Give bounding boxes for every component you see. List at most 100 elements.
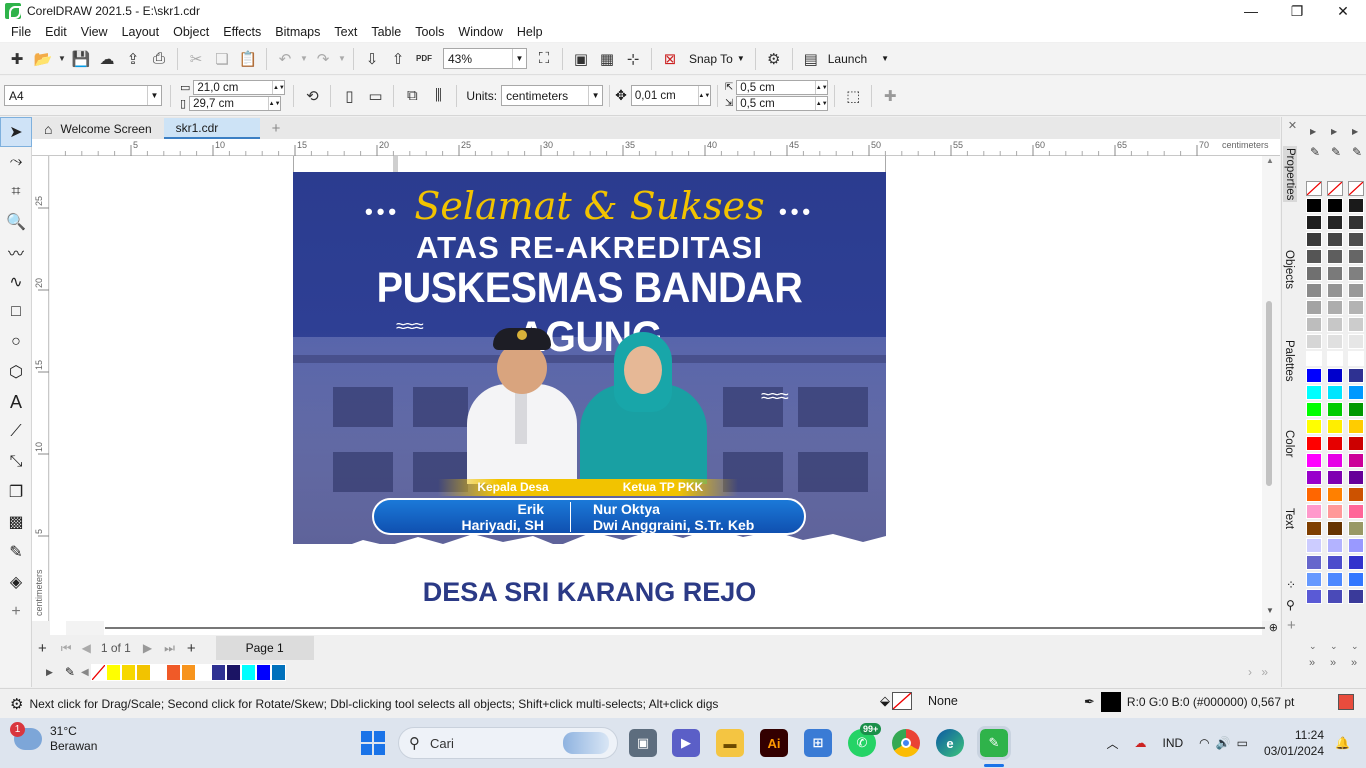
palette-swatch[interactable]: [1348, 504, 1364, 519]
close-button[interactable]: ✕: [1320, 0, 1366, 22]
palette-swatch[interactable]: [1306, 402, 1322, 417]
palette-swatch[interactable]: [1348, 232, 1364, 247]
palette-scroll-left-icon[interactable]: ◀: [81, 667, 89, 678]
palette-flyout-icon[interactable]: ▶: [1310, 127, 1316, 136]
horizontal-scroll-thumb[interactable]: [105, 627, 1265, 629]
palette-swatch[interactable]: [1306, 266, 1322, 281]
taskbar-clock[interactable]: 11:24 03/01/2024: [1264, 727, 1324, 759]
document-color-swatch[interactable]: [150, 663, 166, 681]
palette-eyedropper-icon[interactable]: ✎: [1352, 145, 1362, 159]
palette-flyout-icon[interactable]: ▶: [1352, 127, 1358, 136]
open-folder-icon[interactable]: 📂: [30, 47, 56, 71]
palette-swatch[interactable]: [1306, 351, 1322, 366]
current-page-size-icon[interactable]: ⫼: [425, 84, 451, 108]
palette-swatch[interactable]: [1348, 538, 1364, 553]
docker-tab-palettes[interactable]: Palettes: [1283, 340, 1295, 382]
palette-swatch[interactable]: [1348, 334, 1364, 349]
notification-bell-icon[interactable]: 🔔: [1335, 736, 1350, 750]
show-guidelines-icon[interactable]: ⊹: [620, 47, 646, 71]
docker-tab-properties[interactable]: Properties: [1283, 146, 1297, 203]
palette-swatch[interactable]: [1327, 249, 1343, 264]
palette-scroll-down-icon[interactable]: ⌄: [1309, 641, 1317, 652]
page-size-select[interactable]: A4 ▼: [4, 85, 162, 106]
palette-swatch[interactable]: [1348, 249, 1364, 264]
palette-swatch[interactable]: [1306, 385, 1322, 400]
palette-swatch[interactable]: [1348, 266, 1364, 281]
palette-swatch[interactable]: [1306, 521, 1322, 536]
tab-welcome-screen[interactable]: ⌂ Welcome Screen: [32, 118, 164, 139]
palette-more-icon[interactable]: »: [1351, 657, 1357, 669]
weather-widget[interactable]: 1 31°C Berawan: [10, 722, 97, 754]
palette-swatch[interactable]: [1327, 555, 1343, 570]
no-color-swatch[interactable]: [90, 663, 106, 681]
palette-swatch[interactable]: [1327, 402, 1343, 417]
palette-swatch[interactable]: [1348, 487, 1364, 502]
text-tool-icon[interactable]: A: [0, 387, 32, 417]
palette-swatch[interactable]: [1327, 504, 1343, 519]
page-width-field[interactable]: 21,0 cm ▲▼: [193, 80, 286, 95]
launch-button[interactable]: Launch: [828, 52, 867, 66]
landscape-icon[interactable]: ▭: [362, 84, 388, 108]
show-grid-icon[interactable]: ▦: [594, 47, 620, 71]
palette-swatch[interactable]: [1306, 300, 1322, 315]
redo-icon[interactable]: ↷: [310, 47, 336, 71]
palette-swatch[interactable]: [1348, 555, 1364, 570]
palette-swatch[interactable]: [1306, 215, 1322, 230]
add-tool-icon[interactable]: +: [0, 597, 32, 627]
palette-swatch[interactable]: [1327, 453, 1343, 468]
document-color-swatch[interactable]: [120, 663, 136, 681]
edge-icon[interactable]: e: [936, 729, 964, 757]
palette-swatch[interactable]: [1348, 215, 1364, 230]
menu-layout[interactable]: Layout: [115, 25, 167, 39]
palette-swatch[interactable]: [1306, 249, 1322, 264]
palette-scroll-down-icon[interactable]: ⌄: [1330, 641, 1338, 652]
dimension-tool-icon[interactable]: ⟋: [0, 417, 32, 447]
show-hidden-icons-chevron-icon[interactable]: ︿: [1106, 735, 1118, 752]
palette-swatch[interactable]: [1306, 198, 1322, 213]
units-select[interactable]: centimeters ▼: [501, 85, 604, 106]
palette-swatch[interactable]: [1306, 487, 1322, 502]
all-pages-icon[interactable]: ⟲: [299, 84, 325, 108]
new-document-icon[interactable]: ✚: [4, 47, 30, 71]
menu-view[interactable]: View: [74, 25, 115, 39]
palette-more-icon[interactable]: »: [1330, 657, 1336, 669]
find-icon[interactable]: ⁘: [1286, 578, 1296, 592]
add-icon[interactable]: ✚: [877, 84, 903, 108]
palette-scroll-down-icon[interactable]: ⌄: [1351, 641, 1359, 652]
palette-swatch[interactable]: [1306, 555, 1322, 570]
cut-icon[interactable]: ✂: [183, 47, 209, 71]
show-rulers-icon[interactable]: ▣: [568, 47, 594, 71]
palette-swatch[interactable]: [1327, 385, 1343, 400]
palette-swatch[interactable]: [1327, 215, 1343, 230]
document-color-swatch[interactable]: [165, 663, 181, 681]
coreldraw-taskbar-icon[interactable]: ✎: [977, 726, 1011, 760]
open-dropdown-icon[interactable]: ▼: [56, 47, 68, 71]
paste-icon[interactable]: 📋: [235, 47, 261, 71]
spinner-arrows-icon[interactable]: ▲▼: [268, 97, 281, 110]
palette-swatch[interactable]: [1306, 589, 1322, 604]
palette-flyout-icon[interactable]: ▶: [1331, 127, 1337, 136]
cloud-save-icon[interactable]: ⇪: [120, 47, 146, 71]
snap-to-dropdown-icon[interactable]: ▼: [737, 54, 745, 63]
menu-text[interactable]: Text: [327, 25, 364, 39]
palette-swatch[interactable]: [1306, 232, 1322, 247]
artistic-media-icon[interactable]: ∿: [0, 267, 32, 297]
eyedropper-icon[interactable]: ✎: [65, 665, 75, 679]
add-docker-icon[interactable]: +: [1287, 617, 1296, 634]
palette-swatch[interactable]: [1327, 232, 1343, 247]
docker-close-icon[interactable]: ✕: [1282, 119, 1303, 132]
wifi-icon[interactable]: ◠: [1199, 736, 1209, 750]
palette-swatch[interactable]: [1327, 266, 1343, 281]
palette-swatch[interactable]: [1348, 589, 1364, 604]
page-tab-1[interactable]: Page 1: [215, 636, 314, 660]
copy-icon[interactable]: ❏: [209, 47, 235, 71]
teams-meet-icon[interactable]: ▶: [672, 729, 700, 757]
cloud-open-icon[interactable]: ☁: [94, 47, 120, 71]
docker-tab-text[interactable]: Text: [1283, 508, 1295, 529]
palette-swatch[interactable]: [1327, 470, 1343, 485]
palette-swatch[interactable]: [1327, 521, 1343, 536]
menu-table[interactable]: Table: [364, 25, 408, 39]
polygon-tool-icon[interactable]: ⬡: [0, 357, 32, 387]
palette-swatch[interactable]: [1348, 521, 1364, 536]
drop-shadow-tool-icon[interactable]: ❐: [0, 477, 32, 507]
